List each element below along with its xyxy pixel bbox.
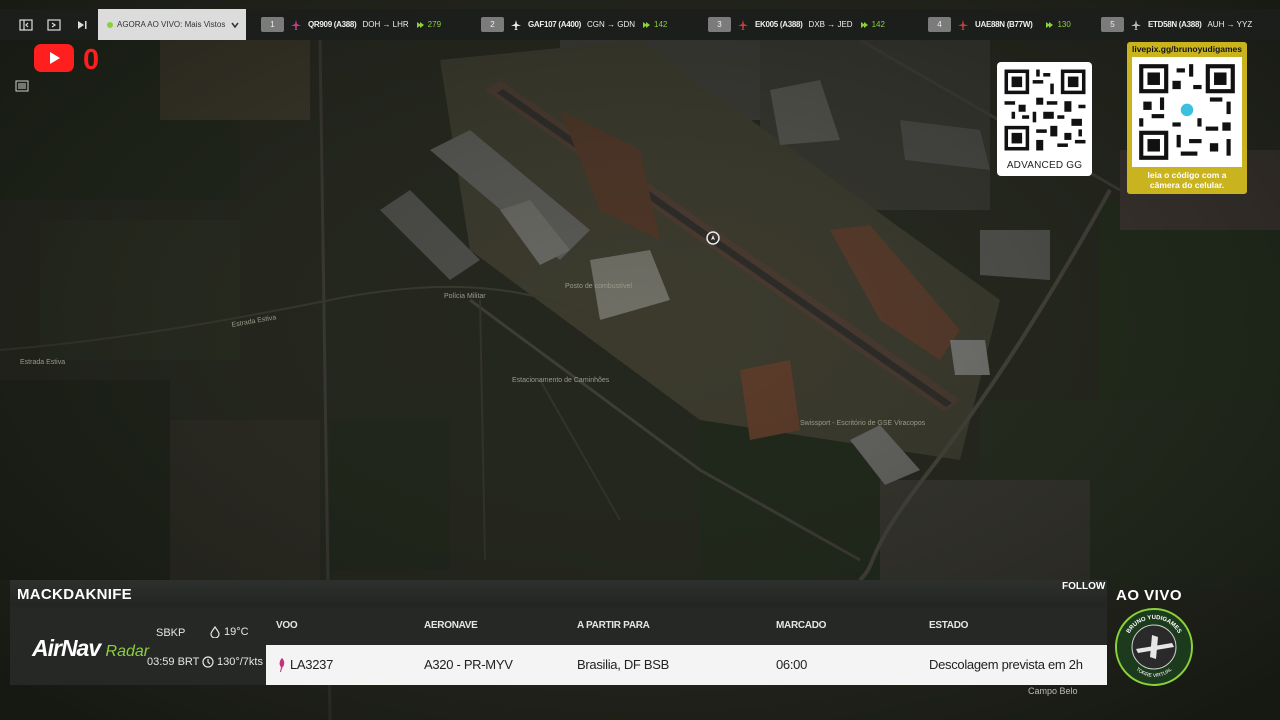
flight-viewers: 142 [859,20,885,30]
temperature-icon [210,626,220,638]
popular-flight-item[interactable]: 2 GAF107 (A400) CGN → GDN 142 [481,9,667,40]
flight-route: AUH → YYZ [1207,20,1253,29]
popular-flight-item[interactable]: 1 QR909 (A388) DOH → LHR 279 [261,9,441,40]
live-channel-select[interactable]: AGORA AO VIVO: Mais Vistos [98,9,246,40]
flight-status: Descolagem prevista em 2h [929,657,1083,672]
column-header-aircraft: AERONAVE [424,620,478,631]
plane-icon [1131,19,1141,30]
logo-sub: Radar [105,643,150,660]
logo-main: AirNav [32,635,101,661]
popular-flight-item[interactable]: 4 UAE88N (B77W) 130 [928,9,1071,40]
temperature: 19°C [209,626,249,638]
airline-icon [279,658,285,672]
flight-callsign: QR909 (A388) [308,20,357,29]
flight-callsign: ETD58N (A388) [1148,20,1202,29]
popular-flight-item[interactable]: 3 EK005 (A388) DXB → JED 142 [708,9,885,40]
skip-next-icon [78,20,87,29]
map-label-parking: Estacionamento de Caminhões [512,377,610,384]
expand-icon [47,18,61,31]
wind: 130°/7kts [202,656,263,668]
local-time: 03:59 BRT [147,656,199,668]
qr-caption: leia o código com a câmera do celular. [1127,170,1247,190]
follow-button[interactable]: FOLLOW [1062,581,1105,592]
qr-code-advanced-gg: ADVANCED GG [997,62,1092,176]
qr-caption-line: leia o código com a [1147,170,1227,180]
flight-rank: 2 [481,17,504,32]
flight-viewers-count: 142 [871,20,885,29]
flight-rank: 5 [1101,17,1124,32]
flight-rank: 1 [261,17,284,32]
qr-code-icon [1135,60,1239,164]
qr-code-livepix: livepix.gg/brunoyudigames leia o código … [1127,42,1247,194]
airport-code-text: SBKP [156,627,186,639]
qr-code-icon [1000,66,1089,154]
column-header-destination: A PARTIR PARA [577,620,650,631]
viewers-icon [1046,21,1054,28]
sidebar-icon [19,18,33,31]
viewers-icon [643,21,651,28]
wind-text: 130°/7kts [217,656,263,668]
flight-callsign: EK005 (A388) [755,20,803,29]
viewers-icon [416,21,424,28]
scheduled-time: 06:00 [776,657,808,672]
viewers-icon [860,21,868,28]
flight-rank: 4 [928,17,951,32]
plane-icon [291,19,301,30]
map-label-terminal: Posto de combustível [565,283,632,290]
live-dot-icon [107,21,113,28]
flight-number: LA3237 [290,657,334,672]
flight-viewers-count: 130 [1057,20,1071,29]
youtube-icon[interactable] [34,44,74,72]
youtube-count: 0 [83,44,100,76]
qr-caption-line: câmera do celular. [1149,180,1225,190]
temperature-text: 19°C [224,626,249,638]
airport-code: SBKP [156,627,185,639]
flight-route: DXB → JED [808,20,853,29]
username: MACKDAKNIFE [17,586,132,603]
qr-url: livepix.gg/brunoyudigames [1131,44,1243,54]
wind-icon [202,656,214,668]
qr-label: ADVANCED GG [1006,160,1083,171]
collapse-sidebar-button[interactable] [12,9,40,40]
flight-callsign: UAE88N (B77W) [975,20,1033,29]
expand-view-button[interactable] [40,9,68,40]
map-label-swissport: Swissport - Escritório de GSE Viracopos [800,420,926,427]
side-menu-button[interactable] [10,74,34,98]
plane-icon [958,19,968,30]
top-toolbar: AGORA AO VIVO: Mais Vistos 1 QR909 (A388… [0,9,1280,40]
airnav-radar-logo: AirNav Radar [32,635,149,662]
live-label: AO VIVO [1116,587,1183,604]
map-label-area: Campo Belo [1028,686,1078,696]
column-header-flight: VOO [276,620,298,631]
column-header-scheduled: MARCADO [776,620,827,631]
flight-viewers: 142 [641,20,667,30]
map-label-road: Estrada Estiva [20,359,65,366]
channel-badge: BRUNO YUDIGAMES TORRE VIRTUAL [1115,608,1193,686]
map-label-police: Polícia Militar [444,293,486,300]
flight-viewers-count: 142 [654,20,668,29]
flight-row[interactable]: LA3237 A320 - PR-MYV Brasilia, DF BSB 06… [266,645,1107,685]
column-header-status: ESTADO [929,620,969,631]
flight-viewers: 130 [1044,20,1071,30]
plane-icon [738,19,748,30]
list-icon [15,80,29,92]
flight-viewers-count: 279 [427,20,442,29]
flight-info-panel: AirNav Radar SBKP 03:59 BRT 19°C 130°/7k… [10,607,1107,685]
plane-icon [511,19,521,30]
popular-flight-item[interactable]: 5 ETD58N (A388) AUH → YYZ [1101,9,1252,40]
aircraft-type: A320 - PR-MYV [424,657,513,672]
flight-viewers: 279 [415,20,441,30]
live-select-label: AGORA AO VIVO: Mais Vistos [117,20,226,29]
destination: Brasilia, DF BSB [577,657,670,672]
flight-route: CGN → GDN [587,20,636,29]
skip-next-button[interactable] [68,9,96,40]
flight-callsign: GAF107 (A400) [528,20,582,29]
flight-route: DOH → LHR [362,20,409,29]
panel-header: MACKDAKNIFE [10,580,1107,607]
flight-rank: 3 [708,17,731,32]
local-time-text: 03:59 BRT [147,656,200,668]
stream-screen: Estrada Estiva Estrada Estiva Estacionam… [0,0,1280,720]
chevron-down-icon [231,22,239,28]
